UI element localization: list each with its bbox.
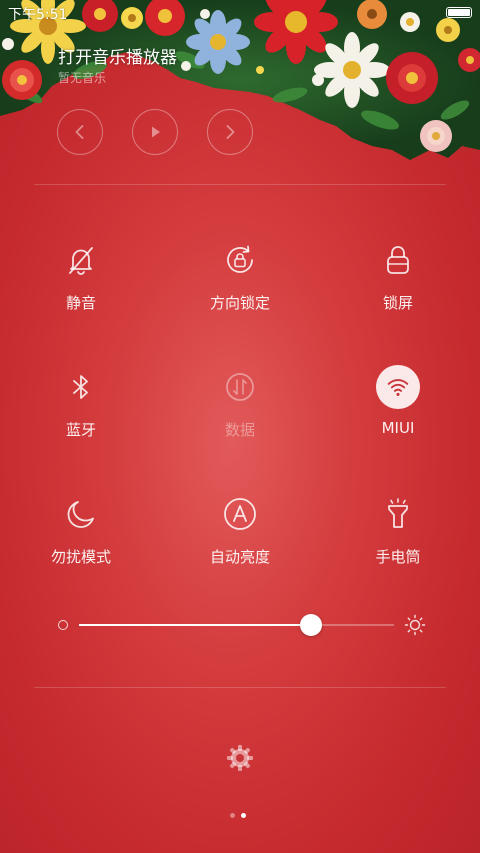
moon-icon [67, 501, 94, 528]
toggle-bluetooth[interactable]: 蓝牙 [21, 365, 141, 455]
settings-gear-icon[interactable] [224, 742, 256, 774]
toggle-mobile-data-label: 数据 [224, 421, 255, 439]
brightness-track[interactable] [79, 614, 394, 636]
toggle-lock-screen-label: 锁屏 [382, 294, 413, 312]
toggle-lock-screen[interactable]: 锁屏 [338, 238, 458, 328]
chevron-left-icon [75, 125, 84, 139]
music-player-subtitle: 暂无音乐 [58, 71, 107, 85]
brightness-fill [79, 624, 311, 626]
previous-track-button[interactable] [57, 109, 103, 155]
toggle-rotation-lock-label: 方向锁定 [209, 294, 270, 312]
toggle-mute[interactable]: 静音 [21, 238, 141, 328]
divider-top [34, 184, 446, 185]
toggle-flashlight[interactable]: 手电筒 [338, 492, 458, 582]
next-track-button[interactable] [207, 109, 253, 155]
flashlight-icon [388, 498, 408, 528]
chevron-right-icon [226, 125, 235, 139]
brightness-high-icon [404, 614, 426, 636]
battery-icon [446, 7, 472, 18]
music-player-title[interactable]: 打开音乐播放器 [58, 43, 177, 68]
toggle-auto-brightness[interactable]: 自动亮度 [180, 492, 300, 582]
toggle-do-not-disturb-label: 勿扰模式 [50, 548, 111, 566]
toggle-do-not-disturb[interactable]: 勿扰模式 [21, 492, 141, 582]
lock-icon [387, 246, 409, 274]
mobile-data-icon [226, 373, 254, 401]
toggle-rotation-lock[interactable]: 方向锁定 [180, 238, 300, 328]
toggle-auto-brightness-label: 自动亮度 [209, 548, 270, 566]
page-dot [230, 813, 235, 818]
auto-brightness-icon [224, 498, 256, 530]
brightness-low-icon [58, 620, 68, 630]
page-dot [241, 813, 246, 818]
brightness-slider[interactable] [56, 612, 426, 638]
toggle-mobile-data[interactable]: 数据 [180, 365, 300, 455]
wifi-icon [387, 379, 409, 396]
status-bar: 下午5:51 [0, 0, 480, 26]
rotation-lock-icon [227, 245, 253, 273]
toggle-bluetooth-label: 蓝牙 [65, 421, 96, 439]
bluetooth-icon [73, 375, 88, 399]
toggle-wifi-label: MIUI [381, 419, 415, 437]
status-time: 下午5:51 [8, 7, 68, 23]
page-indicator [230, 813, 252, 819]
mute-bell-icon [69, 247, 93, 275]
divider-bottom [34, 687, 446, 688]
play-icon [152, 126, 160, 138]
toggle-mute-label: 静音 [65, 294, 96, 312]
play-button[interactable] [132, 109, 178, 155]
brightness-thumb[interactable] [300, 614, 322, 636]
toggle-wifi[interactable]: MIUI [338, 365, 458, 455]
toggle-flashlight-label: 手电筒 [375, 548, 421, 566]
